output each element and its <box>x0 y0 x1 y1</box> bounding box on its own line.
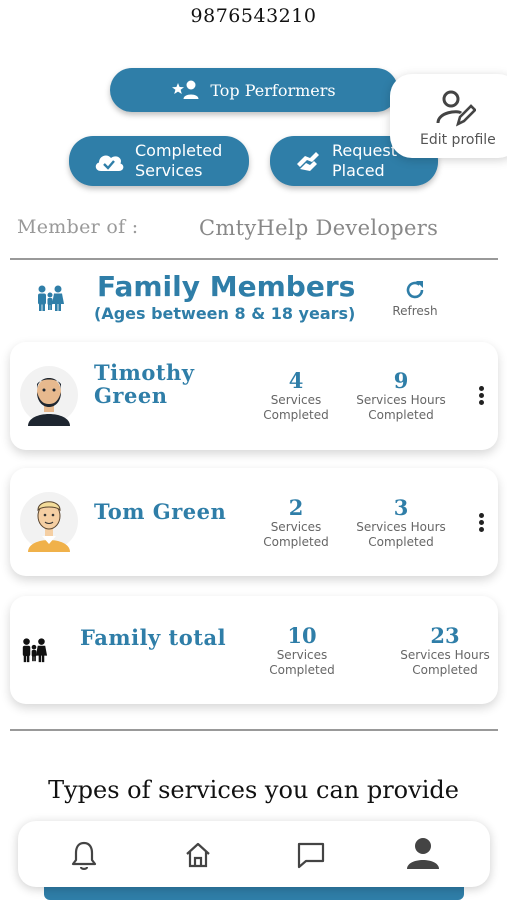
member-name-line2: Green <box>94 383 168 408</box>
hours-caption-line1: Services Hours <box>356 393 446 407</box>
total-services-caption-line2: Completed <box>269 663 335 677</box>
edit-profile-label: Edit profile <box>420 132 496 148</box>
services-stat: 2 Services Completed <box>241 495 351 550</box>
refresh-button[interactable]: Refresh <box>390 278 440 318</box>
services-stat: 4 Services Completed <box>241 368 351 423</box>
hours-caption-line2: Completed <box>368 408 434 422</box>
services-count: 2 <box>288 495 304 520</box>
member-card[interactable]: Tom Green 2 Services Completed 3 Service… <box>10 468 498 576</box>
services-caption-line2: Completed <box>263 408 329 422</box>
services-types-title: Types of services you can provide <box>48 776 459 804</box>
chat-icon[interactable] <box>295 839 327 871</box>
top-performers-button[interactable]: Top Performers <box>110 68 398 112</box>
avatar <box>20 492 78 552</box>
divider-top <box>10 258 498 260</box>
family-total-icon <box>22 638 48 663</box>
home-icon[interactable] <box>182 839 214 871</box>
services-caption-line1: Services <box>270 520 322 534</box>
family-members-title: Family Members <box>97 270 356 303</box>
cloud-check-icon <box>95 155 124 171</box>
member-of-label: Member of : <box>17 216 139 238</box>
member-name: Timothy Green <box>94 361 195 407</box>
phone-number: 9876543210 <box>190 5 317 27</box>
hours-caption-line1: Services Hours <box>356 520 446 534</box>
total-hours-caption-line1: Services Hours <box>400 648 490 662</box>
organization-name: CmtyHelp Developers <box>199 216 439 240</box>
completed-services-button[interactable]: Completed Services <box>69 136 249 186</box>
member-name-line1: Tom Green <box>94 499 227 524</box>
more-options-icon[interactable] <box>476 384 486 408</box>
family-total-label: Family total <box>80 625 227 650</box>
bottom-navigation <box>18 821 490 887</box>
hours-count: 3 <box>393 495 409 520</box>
edit-profile-button[interactable]: Edit profile <box>390 74 507 158</box>
family-icon <box>38 285 64 311</box>
divider-bottom <box>10 729 498 731</box>
hours-count: 9 <box>393 368 409 393</box>
hours-caption-line2: Completed <box>368 535 434 549</box>
request-placed-line2: Placed <box>332 161 385 180</box>
avatar <box>20 366 78 426</box>
hours-stat: 9 Services Hours Completed <box>346 368 456 423</box>
bell-icon[interactable] <box>68 839 100 871</box>
total-services-stat: 10 Services Completed <box>247 623 357 678</box>
completed-services-label: Completed Services <box>135 141 222 181</box>
completed-services-line2: Services <box>135 161 203 180</box>
refresh-label: Refresh <box>392 304 438 318</box>
more-options-icon[interactable] <box>476 511 486 535</box>
family-total-card: Family total 10 Services Completed 23 Se… <box>10 596 498 704</box>
member-name-line1: Timothy <box>94 360 195 385</box>
request-placed-line1: Request <box>332 141 397 160</box>
total-hours-stat: 23 Services Hours Completed <box>390 623 500 678</box>
handshake-icon <box>297 152 319 171</box>
member-card[interactable]: Timothy Green 4 Services Completed 9 Ser… <box>10 342 498 450</box>
total-hours-caption-line2: Completed <box>412 663 478 677</box>
profile-screen: 9876543210 Top Performers Completed Serv… <box>0 0 507 900</box>
member-name: Tom Green <box>94 500 226 523</box>
profile-icon[interactable] <box>405 835 441 871</box>
total-services-caption-line1: Services <box>276 648 328 662</box>
services-caption-line1: Services <box>270 393 322 407</box>
services-caption-line2: Completed <box>263 535 329 549</box>
hours-stat: 3 Services Hours Completed <box>346 495 456 550</box>
membership-row: Member of : CmtyHelp Developers <box>17 214 497 244</box>
family-members-subtitle: (Ages between 8 & 18 years) <box>94 304 356 323</box>
user-edit-icon <box>436 90 476 127</box>
top-performers-label: Top Performers <box>210 80 336 100</box>
total-services-count: 10 <box>287 623 317 648</box>
request-placed-label: Request Placed <box>332 141 397 181</box>
refresh-icon <box>406 281 424 299</box>
total-hours-count: 23 <box>430 623 460 648</box>
services-count: 4 <box>288 368 304 393</box>
star-person-icon <box>172 80 199 99</box>
completed-services-line1: Completed <box>135 141 223 160</box>
